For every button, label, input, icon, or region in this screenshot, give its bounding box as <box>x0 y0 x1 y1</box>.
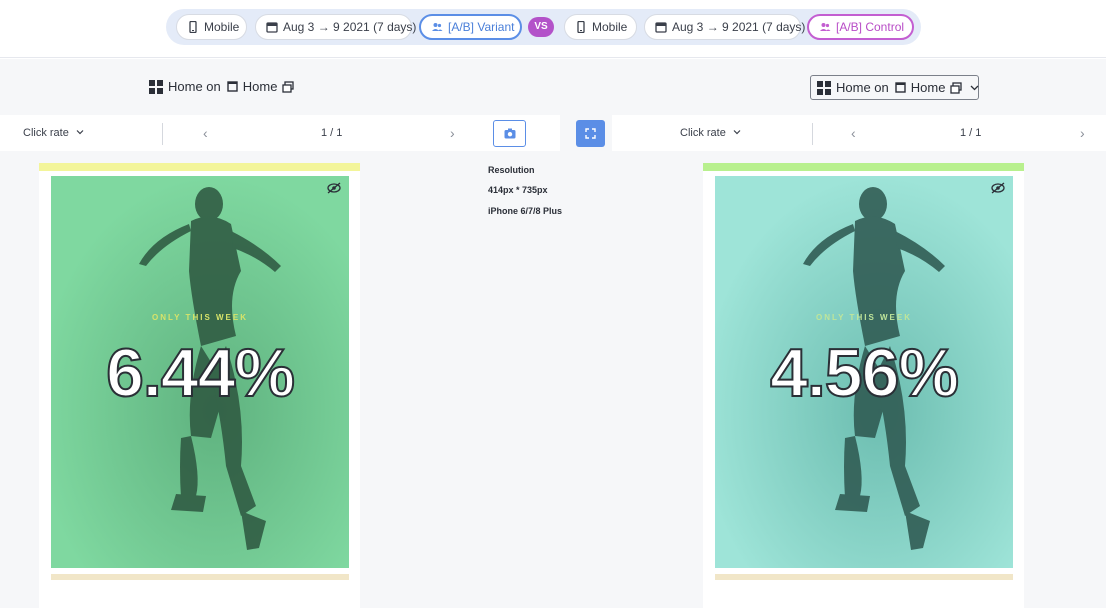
left-metric-label: Click rate <box>23 127 69 139</box>
promo-tagline: ONLY THIS WEEK <box>151 313 248 322</box>
left-screen-title: Home on Home <box>149 79 295 94</box>
left-segment-label: [A/B] Variant <box>448 20 515 34</box>
right-next-page-button[interactable]: › <box>1080 115 1085 151</box>
right-device-label: Mobile <box>592 20 628 34</box>
screenshot-button[interactable] <box>493 120 526 147</box>
users-icon <box>432 23 443 31</box>
chevron-down-icon <box>970 85 979 91</box>
left-prev-page-button[interactable]: ‹ <box>203 115 208 151</box>
right-screen-title: Home on Home <box>817 80 979 95</box>
left-heatmap-frame: ONLY THIS WEEK 6.44% <box>39 163 360 608</box>
right-date-label: Aug 3 → 9 2021 (7 days) <box>672 20 806 34</box>
mobile-icon <box>577 21 585 33</box>
right-segment-chip[interactable]: [A/B] Control <box>807 14 914 40</box>
left-segment-chip[interactable]: [A/B] Variant <box>419 14 522 40</box>
left-screen-name: Home <box>242 79 278 94</box>
fullscreen-button[interactable] <box>576 120 605 147</box>
page-icon <box>227 81 238 92</box>
right-segment-label: [A/B] Control <box>836 20 905 34</box>
right-metric-label: Click rate <box>680 127 726 139</box>
right-heatmap-frame: ONLY THIS WEEK 4.56% <box>703 163 1024 608</box>
left-screenshot[interactable]: ONLY THIS WEEK 6.44% <box>51 176 349 568</box>
left-screenshot-strip <box>51 574 349 580</box>
toolbar-divider <box>812 123 813 145</box>
left-next-page-button[interactable]: › <box>450 115 455 151</box>
eye-off-icon[interactable] <box>991 182 1005 194</box>
right-toolbar: Click rate ‹ 1 / 1 › <box>612 115 1106 151</box>
chevron-down-icon <box>733 130 741 135</box>
grid-layout-icon <box>149 79 163 94</box>
right-frame-top-bar <box>703 163 1024 171</box>
comparison-workspace: Home on Home Home on Home Click rate ‹ 1… <box>0 59 1106 608</box>
eye-off-icon[interactable] <box>327 182 341 194</box>
left-device-label: Mobile <box>204 20 240 34</box>
right-screenshot[interactable]: ONLY THIS WEEK 4.56% <box>715 176 1013 568</box>
comparison-selector: Mobile Aug 3 → 9 2021 (7 days) [A/B] Var… <box>166 9 921 45</box>
right-screen-prefix: Home on <box>836 80 889 95</box>
page-icon <box>895 82 906 93</box>
toolbar-divider <box>162 123 163 145</box>
vs-badge: VS <box>528 17 554 37</box>
users-icon <box>820 23 831 31</box>
left-date-label: Aug 3 → 9 2021 (7 days) <box>283 20 417 34</box>
comparison-header: Mobile Aug 3 → 9 2021 (7 days) [A/B] Var… <box>0 0 1106 58</box>
left-device-chip[interactable]: Mobile <box>176 14 247 40</box>
right-screen-select[interactable]: Home on Home <box>810 75 979 100</box>
resolution-label: Resolution <box>488 165 535 175</box>
window-icon <box>950 81 963 94</box>
right-prev-page-button[interactable]: ‹ <box>851 115 856 151</box>
left-date-chip[interactable]: Aug 3 → 9 2021 (7 days) <box>255 14 416 40</box>
expand-icon <box>585 128 596 139</box>
left-click-rate: 6.44% <box>105 334 296 412</box>
grid-layout-icon <box>817 80 831 95</box>
right-screenshot-strip <box>715 574 1013 580</box>
chevron-down-icon <box>76 130 84 135</box>
right-page-indicator: 1 / 1 <box>960 127 982 139</box>
right-screen-name: Home <box>910 80 946 95</box>
mobile-icon <box>189 21 197 33</box>
camera-icon <box>504 128 516 139</box>
right-device-chip[interactable]: Mobile <box>564 14 637 40</box>
promo-tagline: ONLY THIS WEEK <box>815 313 912 322</box>
left-metric-select[interactable]: Click rate <box>23 115 84 151</box>
left-screen-prefix: Home on <box>168 79 221 94</box>
right-metric-select[interactable]: Click rate <box>680 115 741 151</box>
window-icon <box>282 80 295 93</box>
left-frame-top-bar <box>39 163 360 171</box>
device-model: iPhone 6/7/8 Plus <box>488 206 563 216</box>
left-toolbar: Click rate ‹ 1 / 1 › <box>0 115 560 151</box>
left-page-indicator: 1 / 1 <box>321 127 343 139</box>
right-date-chip[interactable]: Aug 3 → 9 2021 (7 days) <box>644 14 805 40</box>
right-click-rate: 4.56% <box>769 334 960 412</box>
calendar-icon <box>266 22 278 33</box>
calendar-icon <box>655 22 667 33</box>
resolution-size: 414px * 735px <box>488 185 548 195</box>
